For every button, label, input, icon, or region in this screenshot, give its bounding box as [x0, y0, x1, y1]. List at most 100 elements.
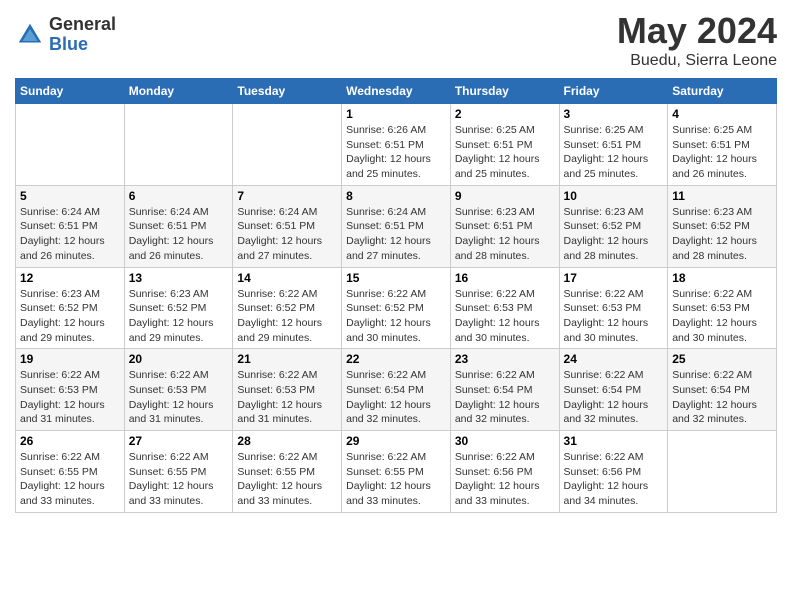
day-info: Sunrise: 6:22 AMSunset: 6:55 PMDaylight:… [346, 450, 446, 509]
calendar-cell [668, 431, 777, 513]
day-info: Sunrise: 6:24 AMSunset: 6:51 PMDaylight:… [237, 205, 337, 264]
day-number: 12 [20, 271, 120, 285]
day-info: Sunrise: 6:22 AMSunset: 6:52 PMDaylight:… [237, 287, 337, 346]
day-info: Sunrise: 6:22 AMSunset: 6:56 PMDaylight:… [455, 450, 555, 509]
calendar-cell: 28Sunrise: 6:22 AMSunset: 6:55 PMDayligh… [233, 431, 342, 513]
day-info: Sunrise: 6:22 AMSunset: 6:53 PMDaylight:… [129, 368, 229, 427]
weekday-header: Monday [124, 79, 233, 104]
weekday-header: Tuesday [233, 79, 342, 104]
calendar-cell: 16Sunrise: 6:22 AMSunset: 6:53 PMDayligh… [450, 267, 559, 349]
day-number: 1 [346, 107, 446, 121]
day-number: 18 [672, 271, 772, 285]
day-info: Sunrise: 6:26 AMSunset: 6:51 PMDaylight:… [346, 123, 446, 182]
calendar-cell: 10Sunrise: 6:23 AMSunset: 6:52 PMDayligh… [559, 185, 668, 267]
calendar-cell: 13Sunrise: 6:23 AMSunset: 6:52 PMDayligh… [124, 267, 233, 349]
calendar-cell: 7Sunrise: 6:24 AMSunset: 6:51 PMDaylight… [233, 185, 342, 267]
calendar-cell: 4 Sunrise: 6:25 AMSunset: 6:51 PMDaylight… [668, 104, 777, 186]
calendar-cell: 20 Sunrise: 6:22 AMSunset: 6:53 PMDayligh… [124, 349, 233, 431]
weekday-header: Friday [559, 79, 668, 104]
day-info: Sunrise: 6:24 AMSunset: 6:51 PMDaylight:… [20, 205, 120, 264]
day-number: 30 [455, 434, 555, 448]
day-info: Sunrise: 6:23 AMSunset: 6:51 PMDaylight:… [455, 205, 555, 264]
weekday-header: Sunday [16, 79, 125, 104]
calendar-container: General Blue May 2024 Buedu, Sierra Leon… [0, 0, 792, 528]
day-info: Sunrise: 6:23 AMSunset: 6:52 PMDaylight:… [672, 205, 772, 264]
day-number: 13 [129, 271, 229, 285]
day-number: 26 [20, 434, 120, 448]
calendar-cell: 14 Sunrise: 6:22 AMSunset: 6:52 PMDayligh… [233, 267, 342, 349]
day-info: Sunrise: 6:22 AMSunset: 6:56 PMDaylight:… [564, 450, 664, 509]
day-number: 20 [129, 352, 229, 366]
calendar-cell: 27 Sunrise: 6:22 AMSunset: 6:55 PMDayligh… [124, 431, 233, 513]
calendar-cell: 30 Sunrise: 6:22 AMSunset: 6:56 PMDayligh… [450, 431, 559, 513]
calendar-week-row: 12Sunrise: 6:23 AMSunset: 6:52 PMDayligh… [16, 267, 777, 349]
calendar-cell: 15 Sunrise: 6:22 AMSunset: 6:52 PMDayligh… [342, 267, 451, 349]
calendar-cell: 2Sunrise: 6:25 AMSunset: 6:51 PMDaylight… [450, 104, 559, 186]
day-number: 15 [346, 271, 446, 285]
calendar-cell: 12Sunrise: 6:23 AMSunset: 6:52 PMDayligh… [16, 267, 125, 349]
day-number: 5 [20, 189, 120, 203]
calendar-cell: 24Sunrise: 6:22 AMSunset: 6:54 PMDayligh… [559, 349, 668, 431]
day-info: Sunrise: 6:25 AMSunset: 6:51 PMDaylight:… [564, 123, 664, 182]
logo-blue: Blue [49, 35, 116, 55]
weekday-header: Thursday [450, 79, 559, 104]
day-number: 25 [672, 352, 772, 366]
day-number: 11 [672, 189, 772, 203]
main-title: May 2024 [617, 10, 777, 52]
day-number: 23 [455, 352, 555, 366]
day-number: 16 [455, 271, 555, 285]
calendar-cell: 26 Sunrise: 6:22 AMSunset: 6:55 PMDayligh… [16, 431, 125, 513]
calendar-cell: 25Sunrise: 6:22 AMSunset: 6:54 PMDayligh… [668, 349, 777, 431]
calendar-cell: 5 Sunrise: 6:24 AMSunset: 6:51 PMDaylight… [16, 185, 125, 267]
day-info: Sunrise: 6:22 AMSunset: 6:54 PMDaylight:… [346, 368, 446, 427]
calendar-cell: 23Sunrise: 6:22 AMSunset: 6:54 PMDayligh… [450, 349, 559, 431]
day-info: Sunrise: 6:22 AMSunset: 6:55 PMDaylight:… [20, 450, 120, 509]
weekday-header-row: SundayMondayTuesdayWednesdayThursdayFrid… [16, 79, 777, 104]
calendar-cell: 8 Sunrise: 6:24 AMSunset: 6:51 PMDaylight… [342, 185, 451, 267]
day-number: 4 [672, 107, 772, 121]
day-number: 9 [455, 189, 555, 203]
day-number: 8 [346, 189, 446, 203]
calendar-week-row: 5 Sunrise: 6:24 AMSunset: 6:51 PMDaylight… [16, 185, 777, 267]
logo-text: General Blue [49, 15, 116, 55]
day-number: 22 [346, 352, 446, 366]
weekday-header: Wednesday [342, 79, 451, 104]
calendar-week-row: 1 Sunrise: 6:26 AMSunset: 6:51 PMDaylight… [16, 104, 777, 186]
calendar-cell [124, 104, 233, 186]
calendar-cell: 22 Sunrise: 6:22 AMSunset: 6:54 PMDayligh… [342, 349, 451, 431]
day-number: 17 [564, 271, 664, 285]
page-header: General Blue May 2024 Buedu, Sierra Leon… [15, 10, 777, 70]
calendar-cell: 3Sunrise: 6:25 AMSunset: 6:51 PMDaylight… [559, 104, 668, 186]
day-info: Sunrise: 6:22 AMSunset: 6:53 PMDaylight:… [672, 287, 772, 346]
day-info: Sunrise: 6:25 AMSunset: 6:51 PMDaylight:… [672, 123, 772, 182]
day-number: 27 [129, 434, 229, 448]
calendar-cell: 29Sunrise: 6:22 AMSunset: 6:55 PMDayligh… [342, 431, 451, 513]
logo: General Blue [15, 15, 116, 55]
logo-icon [15, 20, 45, 50]
day-info: Sunrise: 6:24 AMSunset: 6:51 PMDaylight:… [129, 205, 229, 264]
day-info: Sunrise: 6:22 AMSunset: 6:54 PMDaylight:… [564, 368, 664, 427]
day-info: Sunrise: 6:22 AMSunset: 6:52 PMDaylight:… [346, 287, 446, 346]
day-info: Sunrise: 6:23 AMSunset: 6:52 PMDaylight:… [564, 205, 664, 264]
title-block: May 2024 Buedu, Sierra Leone [617, 10, 777, 70]
weekday-header: Saturday [668, 79, 777, 104]
calendar-cell: 17 Sunrise: 6:22 AMSunset: 6:53 PMDayligh… [559, 267, 668, 349]
calendar-cell: 21Sunrise: 6:22 AMSunset: 6:53 PMDayligh… [233, 349, 342, 431]
calendar-cell: 9 Sunrise: 6:23 AMSunset: 6:51 PMDaylight… [450, 185, 559, 267]
day-info: Sunrise: 6:22 AMSunset: 6:53 PMDaylight:… [20, 368, 120, 427]
day-number: 19 [20, 352, 120, 366]
day-info: Sunrise: 6:22 AMSunset: 6:55 PMDaylight:… [129, 450, 229, 509]
calendar-cell: 31Sunrise: 6:22 AMSunset: 6:56 PMDayligh… [559, 431, 668, 513]
day-info: Sunrise: 6:24 AMSunset: 6:51 PMDaylight:… [346, 205, 446, 264]
day-info: Sunrise: 6:22 AMSunset: 6:53 PMDaylight:… [564, 287, 664, 346]
calendar-week-row: 26 Sunrise: 6:22 AMSunset: 6:55 PMDayligh… [16, 431, 777, 513]
subtitle: Buedu, Sierra Leone [617, 52, 777, 70]
calendar-cell: 6Sunrise: 6:24 AMSunset: 6:51 PMDaylight… [124, 185, 233, 267]
day-number: 2 [455, 107, 555, 121]
calendar-cell: 19 Sunrise: 6:22 AMSunset: 6:53 PMDayligh… [16, 349, 125, 431]
calendar-table: SundayMondayTuesdayWednesdayThursdayFrid… [15, 78, 777, 513]
day-info: Sunrise: 6:22 AMSunset: 6:53 PMDaylight:… [237, 368, 337, 427]
day-number: 14 [237, 271, 337, 285]
logo-general: General [49, 15, 116, 35]
calendar-week-row: 19 Sunrise: 6:22 AMSunset: 6:53 PMDayligh… [16, 349, 777, 431]
